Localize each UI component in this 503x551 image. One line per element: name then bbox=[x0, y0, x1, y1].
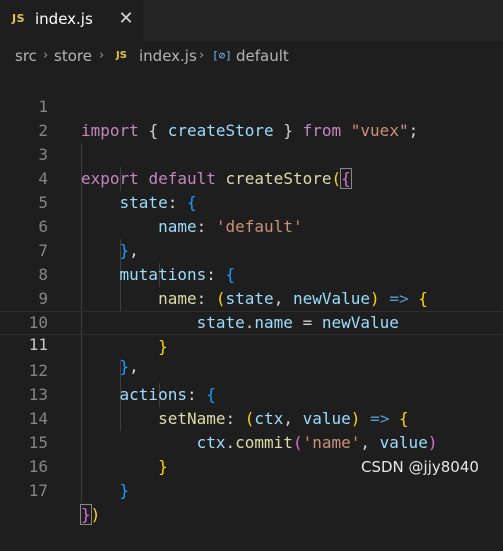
code-line[interactable]: 2 bbox=[0, 95, 503, 140]
chevron-right-icon: › bbox=[199, 48, 205, 63]
breadcrumb: src › store › JS index.js › [⊘] default bbox=[0, 41, 503, 71]
tab-label: index.js bbox=[35, 10, 93, 28]
symbol-variable-icon: [⊘] bbox=[212, 49, 232, 62]
tab-bar: JS index.js ✕ bbox=[0, 0, 503, 41]
code-line[interactable]: 15 } bbox=[0, 407, 503, 476]
watermark: CSDN @jjy8040 bbox=[361, 458, 479, 476]
code-editor[interactable]: 1 import { createStore } from "vuex"; 2 … bbox=[0, 71, 503, 525]
code-line[interactable]: 3 export default createStore({ bbox=[0, 119, 503, 189]
code-line[interactable]: 6 }, bbox=[0, 191, 503, 260]
breadcrumb-item-symbol[interactable]: default bbox=[236, 47, 289, 65]
code-line[interactable]: 5 name: 'default' bbox=[0, 167, 503, 236]
code-line[interactable]: 1 import { createStore } from "vuex"; bbox=[0, 71, 503, 140]
code-line[interactable]: 4 state: { bbox=[0, 143, 503, 212]
code-text: } bbox=[119, 481, 130, 500]
breadcrumb-item-file[interactable]: index.js bbox=[139, 47, 197, 65]
code-line[interactable]: 13 setName: (ctx, value) => { bbox=[0, 359, 503, 428]
tab-index-js[interactable]: JS index.js ✕ bbox=[0, 0, 143, 41]
javascript-file-icon: JS bbox=[12, 12, 26, 25]
code-line[interactable]: 16 } bbox=[0, 431, 503, 500]
javascript-file-icon: JS bbox=[116, 50, 127, 61]
code-line[interactable]: 14 ctx.commit('name', value) bbox=[0, 383, 503, 452]
code-line[interactable]: 7 mutations: { bbox=[0, 215, 503, 284]
close-icon[interactable]: ✕ bbox=[117, 8, 135, 29]
chevron-right-icon: › bbox=[43, 48, 49, 63]
code-line[interactable]: 9 state.name = newValue bbox=[0, 263, 503, 332]
breadcrumb-item-src[interactable]: src bbox=[15, 47, 37, 65]
code-line[interactable]: 10 } bbox=[0, 287, 503, 356]
line-number: 17 bbox=[28, 481, 48, 500]
code-line[interactable]: 8 name: (state, newValue) => { bbox=[0, 239, 503, 308]
breadcrumb-item-store[interactable]: store bbox=[54, 47, 92, 65]
chevron-right-icon: › bbox=[99, 48, 105, 63]
code-line-current[interactable]: 11 }, bbox=[0, 311, 503, 376]
code-text: }) bbox=[80, 504, 101, 525]
code-line[interactable]: 12 actions: { bbox=[0, 335, 503, 404]
